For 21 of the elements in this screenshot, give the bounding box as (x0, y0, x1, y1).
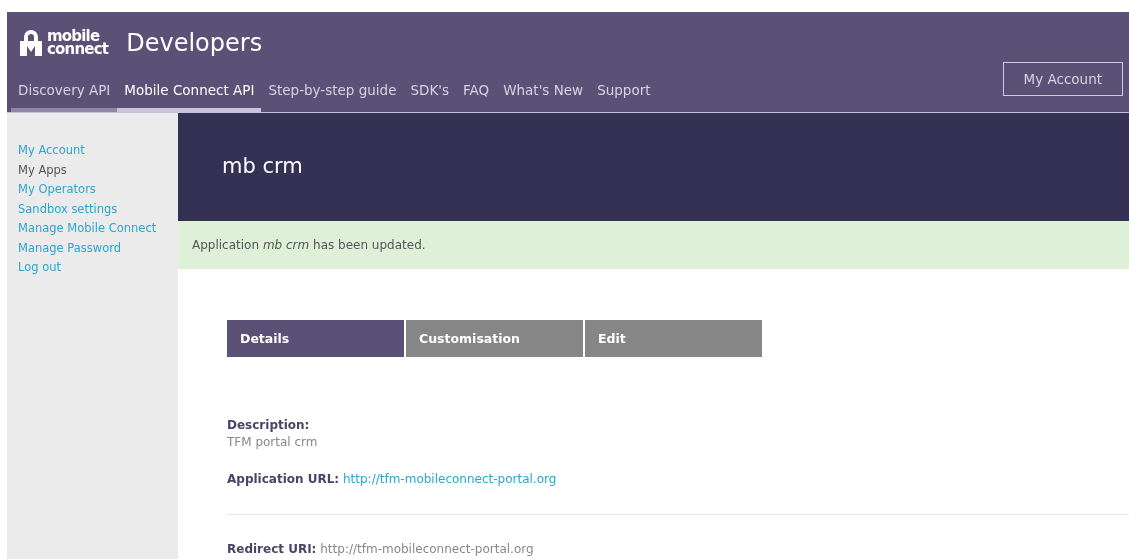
url-link[interactable]: http://tfm-mobileconnect-portal.org (343, 472, 557, 486)
nav-tab[interactable]: FAQ (456, 74, 497, 112)
site-title: Developers (126, 29, 263, 57)
nav-tab[interactable]: SDK's (403, 74, 456, 112)
nav-tab[interactable]: Step-by-step guide (261, 74, 404, 112)
app-title: mb crm (222, 154, 303, 178)
nav-tab[interactable]: What's New (496, 74, 591, 112)
field-value: http://tfm-mobileconnect-portal.org (320, 542, 534, 556)
padlock-logo-icon (19, 30, 43, 56)
field-value: TFM portal crm (227, 435, 318, 449)
sidebar-link[interactable]: My Apps (18, 161, 178, 178)
alert-message: Application mb crm has been updated. (192, 238, 426, 252)
tab[interactable]: Customisation (406, 320, 583, 357)
field-label: Redirect URI: (227, 542, 317, 556)
field-label: Application URL: (227, 472, 340, 486)
nav-tab[interactable]: Support (590, 74, 658, 112)
tab[interactable]: Edit (585, 320, 762, 357)
account-button[interactable]: My Account (1002, 62, 1123, 96)
logo-text: mobile connect (47, 30, 109, 56)
tab[interactable]: Details (227, 320, 404, 357)
field-label: Description: (227, 418, 310, 432)
